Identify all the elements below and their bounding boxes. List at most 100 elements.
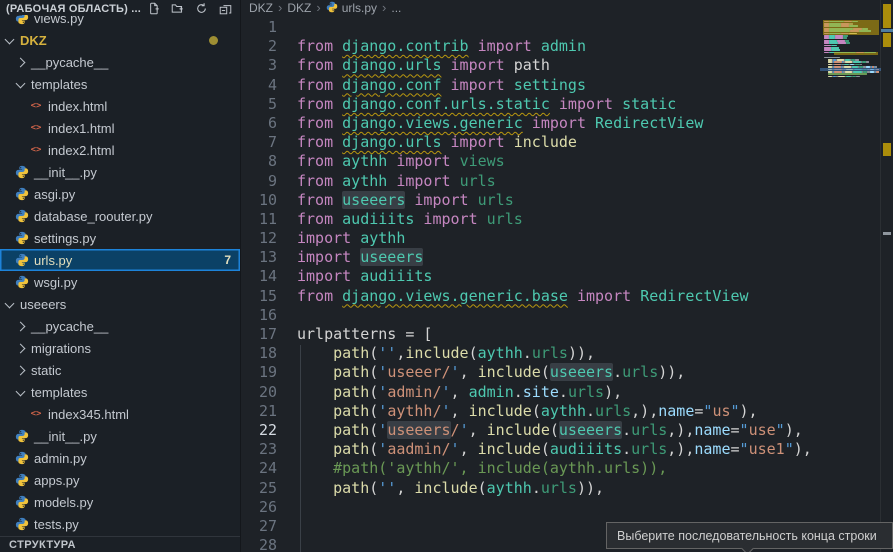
tree-item-index-html[interactable]: <>index.html [0, 95, 240, 117]
tree-item-index1-html[interactable]: <>index1.html [0, 117, 240, 139]
tree-item-index2-html[interactable]: <>index2.html [0, 139, 240, 161]
tree-item--pycache-[interactable]: __pycache__ [0, 51, 240, 73]
tree-item-DKZ[interactable]: DKZ [0, 29, 240, 51]
code-line[interactable]: 6from django.views.generic import Redire… [241, 114, 893, 133]
tree-item-settings-py[interactable]: settings.py [0, 227, 240, 249]
tree-item-static[interactable]: static [0, 359, 240, 381]
tree-item-urls-py[interactable]: urls.py7 [0, 249, 240, 271]
line-number: 1 [241, 18, 297, 37]
code-line[interactable]: 14import audiiits [241, 267, 893, 286]
modified-dot [209, 36, 218, 45]
overview-ruler[interactable] [880, 0, 893, 552]
code-line[interactable]: 22 path('useeers/', include(useeers.urls… [241, 421, 893, 440]
breadcrumb-item--[interactable]: ... [391, 1, 401, 15]
tree-item-label: models.py [34, 495, 93, 510]
ruler-warning-mark [883, 33, 891, 47]
tree-item-templates[interactable]: templates [0, 73, 240, 95]
tree-item-label: templates [31, 385, 87, 400]
code-line[interactable]: 23 path('aadmin/', include(audiiits.urls… [241, 440, 893, 459]
minimap-warning-highlight [823, 20, 879, 35]
code-line[interactable]: 2from django.contrib import admin [241, 37, 893, 56]
tree-item-useeers[interactable]: useeers [0, 293, 240, 315]
vscode-window: views.pyDKZ__pycache__templates<>index.h… [0, 0, 893, 552]
code-line[interactable]: 4from django.conf import settings [241, 76, 893, 95]
breadcrumb-item-DKZ[interactable]: DKZ [249, 1, 273, 15]
line-number: 12 [241, 229, 297, 248]
tree-item-wsgi-py[interactable]: wsgi.py [0, 271, 240, 293]
code-line[interactable]: 19 path('useeer/', include(useeers.urls)… [241, 363, 893, 382]
explorer-sidebar: views.pyDKZ__pycache__templates<>index.h… [0, 0, 240, 552]
outline-label: СТРУКТУРА [9, 539, 76, 551]
tree-item--init-py[interactable]: __init__.py [0, 425, 240, 447]
line-number: 15 [241, 287, 297, 306]
code-line[interactable]: 24 #path('aythh/', include(aythh.urls)), [241, 459, 893, 478]
chevron-right-icon [16, 343, 26, 353]
ruler-current-line-mark [881, 29, 893, 32]
chevron-down-icon [16, 78, 26, 88]
html-icon: <> [29, 121, 43, 135]
code-line[interactable]: 3from django.urls import path [241, 56, 893, 75]
tree-item-label: useeers [20, 297, 66, 312]
tree-item-templates[interactable]: templates [0, 381, 240, 403]
python-icon [15, 429, 29, 443]
code-line[interactable]: 18 path('',include(aythh.urls)), [241, 344, 893, 363]
file-tree: views.pyDKZ__pycache__templates<>index.h… [0, 7, 240, 535]
tree-item-label: settings.py [34, 231, 96, 246]
code-area[interactable]: 12from django.contrib import admin3from … [241, 16, 893, 552]
python-icon [15, 517, 29, 531]
code-line[interactable]: 7from django.urls import include [241, 133, 893, 152]
tree-item--pycache-[interactable]: __pycache__ [0, 315, 240, 337]
tree-item-index345-html[interactable]: <>index345.html [0, 403, 240, 425]
eol-tooltip-text: Выберите последовательность конца строки [617, 529, 877, 543]
code-line[interactable]: 9from aythh import urls [241, 172, 893, 191]
tree-item-label: urls.py [34, 253, 72, 268]
line-number: 3 [241, 56, 297, 75]
code-line[interactable]: 10from useeers import urls [241, 191, 893, 210]
code-line[interactable]: 21 path('aythh/', include(aythh.urls,),n… [241, 402, 893, 421]
tree-item-admin-py[interactable]: admin.py [0, 447, 240, 469]
python-icon [15, 231, 29, 245]
chevron-down-icon [5, 298, 15, 308]
code-line[interactable]: 26 [241, 498, 893, 517]
line-number: 16 [241, 306, 297, 325]
collapse-all-icon[interactable] [219, 2, 232, 15]
code-line[interactable]: 13import useeers [241, 248, 893, 267]
breadcrumb-item-urls-py[interactable]: urls.py [326, 1, 377, 16]
code-line[interactable]: 12import aythh [241, 229, 893, 248]
refresh-icon[interactable] [195, 2, 208, 15]
editor-pane[interactable]: DKZ›DKZ›urls.py›... 12from django.contri… [240, 0, 893, 552]
line-number: 28 [241, 536, 297, 552]
python-icon [15, 473, 29, 487]
tree-item-label: migrations [31, 341, 91, 356]
code-line[interactable]: 15from django.views.generic.base import … [241, 287, 893, 306]
line-number: 6 [241, 114, 297, 133]
tree-item-models-py[interactable]: models.py [0, 491, 240, 513]
code-line[interactable]: 20 path('admin/', admin.site.urls), [241, 383, 893, 402]
tree-item-migrations[interactable]: migrations [0, 337, 240, 359]
tree-item-apps-py[interactable]: apps.py [0, 469, 240, 491]
line-number: 10 [241, 191, 297, 210]
python-icon [15, 209, 29, 223]
tree-item-database-roouter-py[interactable]: database_roouter.py [0, 205, 240, 227]
code-line[interactable]: 5from django.conf.urls.static import sta… [241, 95, 893, 114]
minimap[interactable] [820, 16, 881, 276]
code-line[interactable]: 8from aythh import views [241, 152, 893, 171]
code-line[interactable]: 25 path('', include(aythh.urls)), [241, 479, 893, 498]
workspace-section-header[interactable]: (РАБОЧАЯ ОБЛАСТЬ) ... [0, 0, 240, 15]
new-file-icon[interactable] [147, 2, 160, 15]
tree-item-tests-py[interactable]: tests.py [0, 513, 240, 535]
minimap-warning-highlight [834, 52, 878, 55]
code-line[interactable]: 17urlpatterns = [ [241, 325, 893, 344]
code-line[interactable]: 11from audiiits import urls [241, 210, 893, 229]
tree-item-label: static [31, 363, 61, 378]
line-number: 13 [241, 248, 297, 267]
tree-item--init-py[interactable]: __init__.py [0, 161, 240, 183]
code-line[interactable]: 16 [241, 306, 893, 325]
tree-item-asgi-py[interactable]: asgi.py [0, 183, 240, 205]
breadcrumb-item-DKZ[interactable]: DKZ [287, 1, 311, 15]
code-line[interactable]: 1 [241, 18, 893, 37]
new-folder-icon[interactable] [171, 2, 184, 15]
line-number: 20 [241, 383, 297, 402]
outline-section-header[interactable]: СТРУКТУРА [0, 536, 240, 552]
line-number: 11 [241, 210, 297, 229]
